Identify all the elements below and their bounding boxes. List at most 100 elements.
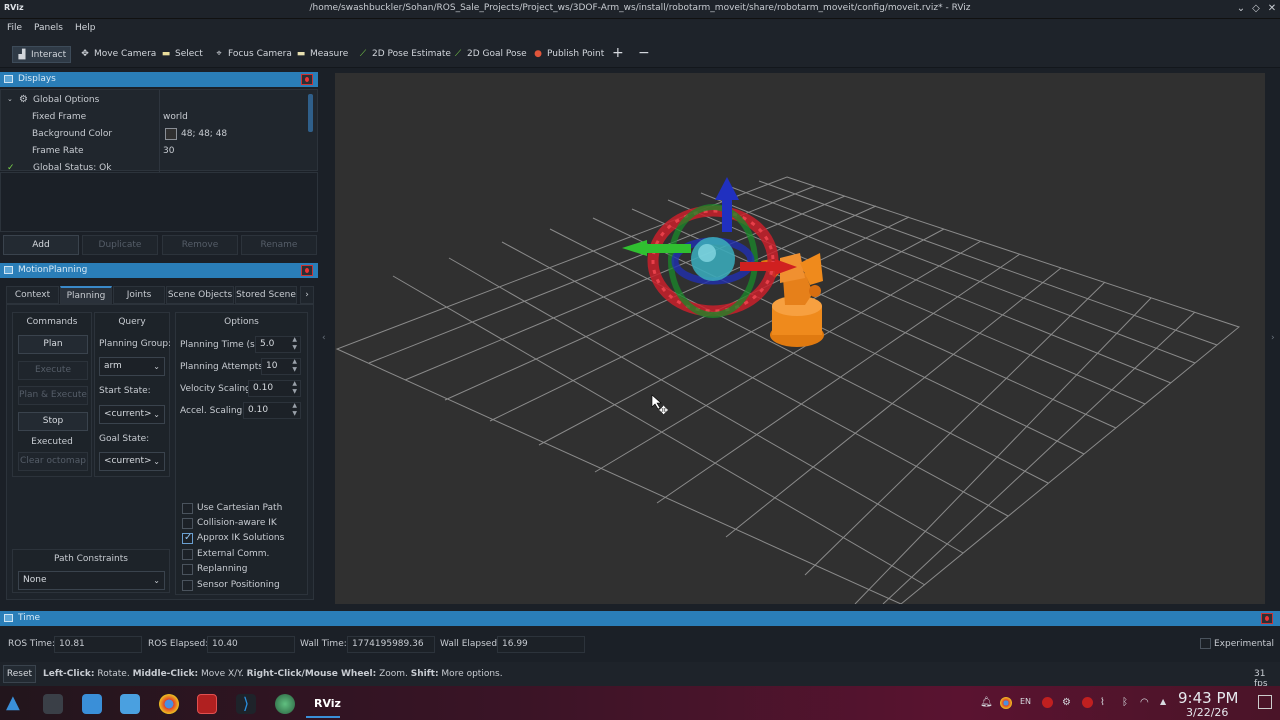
menu-file[interactable]: File	[7, 23, 22, 33]
spin-arrows-icon[interactable]: ▲ ▼	[292, 402, 297, 418]
menu-help[interactable]: Help	[75, 23, 96, 33]
app-icon[interactable]	[275, 694, 295, 714]
show-desktop-icon[interactable]	[1258, 695, 1272, 709]
plan-button[interactable]: Plan	[18, 335, 88, 354]
maximize-icon[interactable]: ◇	[1249, 2, 1263, 16]
pose-estimate-tool[interactable]: ⟋ 2D Pose Estimate	[354, 46, 455, 63]
tree-row-fixed-frame[interactable]: Fixed Frame world	[1, 109, 307, 126]
add-button[interactable]: Add	[3, 235, 79, 255]
spin-arrows-icon[interactable]: ▲ ▼	[292, 358, 297, 374]
collision-aware-ik-checkbox[interactable]	[182, 518, 193, 529]
plan-execute-button[interactable]: Plan & Execute	[18, 386, 88, 405]
planning-attempts-spinbox[interactable]: 10 ▲ ▼	[261, 358, 301, 375]
collapse-right-icon[interactable]: ›	[1271, 333, 1275, 343]
spin-arrows-icon[interactable]: ▲ ▼	[292, 336, 297, 352]
steam-icon[interactable]: ⚙	[1062, 697, 1071, 708]
replanning-checkbox[interactable]	[182, 564, 193, 575]
launcher-icon[interactable]: ▲	[6, 692, 20, 713]
planning-group-select[interactable]: arm ⌄	[99, 357, 165, 376]
chrome-tray-icon[interactable]	[1000, 697, 1012, 709]
goal-state-select[interactable]: <current> ⌄	[99, 452, 165, 471]
experimental-checkbox[interactable]	[1200, 638, 1211, 649]
tree-row-global-status[interactable]: ✓ Global Status: Ok	[1, 160, 307, 171]
spin-arrows-icon[interactable]: ▲ ▼	[292, 380, 297, 396]
stop-button[interactable]: Stop	[18, 412, 88, 431]
record-icon[interactable]	[1042, 697, 1053, 708]
bell-icon[interactable]: 🔔︎	[980, 697, 993, 708]
close-panel-button[interactable]	[301, 74, 313, 85]
execute-button[interactable]: Execute	[18, 361, 88, 380]
start-state-select[interactable]: <current> ⌄	[99, 405, 165, 424]
rename-button[interactable]: Rename	[241, 235, 317, 255]
checkbox-label: Sensor Positioning	[197, 580, 280, 590]
ros-elapsed-field[interactable]: 10.40	[207, 636, 295, 653]
vpn-icon[interactable]	[1082, 697, 1093, 708]
tab-context[interactable]: Context	[6, 286, 59, 304]
velocity-scaling-label: Velocity Scaling:	[180, 384, 254, 394]
tab-planning[interactable]: Planning	[60, 286, 112, 304]
store-icon[interactable]	[82, 694, 102, 714]
duplicate-button[interactable]: Duplicate	[82, 235, 158, 255]
chevron-down-icon[interactable]: ⌄	[7, 95, 13, 103]
tree-row-global-options[interactable]: ⌄ ⚙ Global Options	[1, 92, 307, 109]
collapse-left-icon[interactable]: ‹	[322, 333, 326, 343]
tray-expand-icon[interactable]: ▲	[1160, 697, 1166, 706]
minimize-icon[interactable]: ⌄	[1234, 2, 1248, 16]
path-constraints-select[interactable]: None ⌄	[18, 571, 165, 590]
tab-joints[interactable]: Joints	[113, 286, 165, 304]
goal-pose-tool[interactable]: ⟋ 2D Goal Pose	[449, 46, 531, 63]
interactive-marker[interactable]	[622, 177, 797, 318]
render-viewport[interactable]: ✥	[335, 73, 1265, 605]
select-tool[interactable]: ▬ Select	[157, 46, 207, 63]
cartesian-path-checkbox[interactable]	[182, 503, 193, 514]
tree-row-background-color[interactable]: Background Color 48; 48; 48	[1, 126, 307, 143]
tree-scrollbar[interactable]	[308, 94, 313, 132]
vscode-icon[interactable]: ⟩	[236, 694, 256, 714]
move-camera-tool[interactable]: ✥ Move Camera	[76, 46, 160, 63]
clock-date[interactable]: 3/22/26	[1186, 706, 1228, 719]
menu-panels[interactable]: Panels	[34, 23, 63, 33]
interact-tool[interactable]: ▟ Interact	[12, 46, 72, 63]
remove-button[interactable]: Remove	[162, 235, 238, 255]
focus-camera-tool[interactable]: ⌖ Focus Camera	[210, 46, 296, 63]
planning-time-spinbox[interactable]: 5.0 ▲ ▼	[255, 336, 301, 353]
close-panel-button[interactable]	[1261, 613, 1273, 624]
close-icon[interactable]: ✕	[1265, 2, 1279, 16]
bluetooth-icon[interactable]: ᛒ	[1122, 697, 1128, 708]
chevron-down-icon: ⌄	[153, 457, 160, 466]
add-tool-button[interactable]: +	[612, 45, 624, 61]
publish-point-tool[interactable]: ● Publish Point	[529, 46, 608, 63]
media-icon[interactable]	[197, 694, 217, 714]
reset-button[interactable]: Reset	[3, 665, 36, 683]
scene-3d[interactable]: ✥	[335, 73, 1265, 605]
files-icon[interactable]	[120, 694, 140, 714]
external-comm-checkbox[interactable]	[182, 549, 193, 560]
wall-elapsed-field[interactable]: 16.99	[497, 636, 585, 653]
tree-row-frame-rate[interactable]: Frame Rate 30	[1, 143, 307, 160]
wall-time-field[interactable]: 1774195989.36	[347, 636, 435, 653]
tab-scene-objects[interactable]: Scene Objects	[166, 286, 234, 304]
wifi-icon[interactable]: ◠	[1140, 697, 1149, 708]
ros-time-field[interactable]: 10.81	[54, 636, 142, 653]
tree-row-value[interactable]: 30	[163, 146, 174, 156]
rviz-taskbar-button[interactable]: RViz	[314, 697, 341, 710]
close-panel-button[interactable]	[301, 265, 313, 276]
clear-octomap-button[interactable]: Clear octomap	[18, 452, 88, 471]
color-swatch[interactable]	[165, 128, 177, 140]
tree-row-value[interactable]: world	[163, 112, 188, 122]
velocity-scaling-spinbox[interactable]: 0.10 ▲ ▼	[248, 380, 301, 397]
lang-indicator[interactable]: EN	[1020, 697, 1031, 706]
tree-row-value[interactable]: 48; 48; 48	[181, 129, 227, 139]
chrome-icon[interactable]	[159, 694, 179, 714]
remove-tool-button[interactable]: −	[638, 45, 650, 61]
clock-time[interactable]: 9:43 PM	[1178, 689, 1238, 707]
start-state-value: <current>	[104, 409, 152, 419]
tab-stored-scenes[interactable]: Stored Scene	[235, 286, 297, 304]
approx-ik-checkbox[interactable]	[182, 532, 193, 544]
accel-scaling-spinbox[interactable]: 0.10 ▲ ▼	[243, 402, 301, 419]
measure-tool[interactable]: ▬ Measure	[292, 46, 352, 63]
sensor-positioning-checkbox[interactable]	[182, 580, 193, 591]
tab-scroll-right-icon[interactable]: ›	[300, 286, 314, 304]
clip-icon[interactable]: ⌇	[1100, 697, 1105, 708]
terminal-icon[interactable]	[43, 694, 63, 714]
